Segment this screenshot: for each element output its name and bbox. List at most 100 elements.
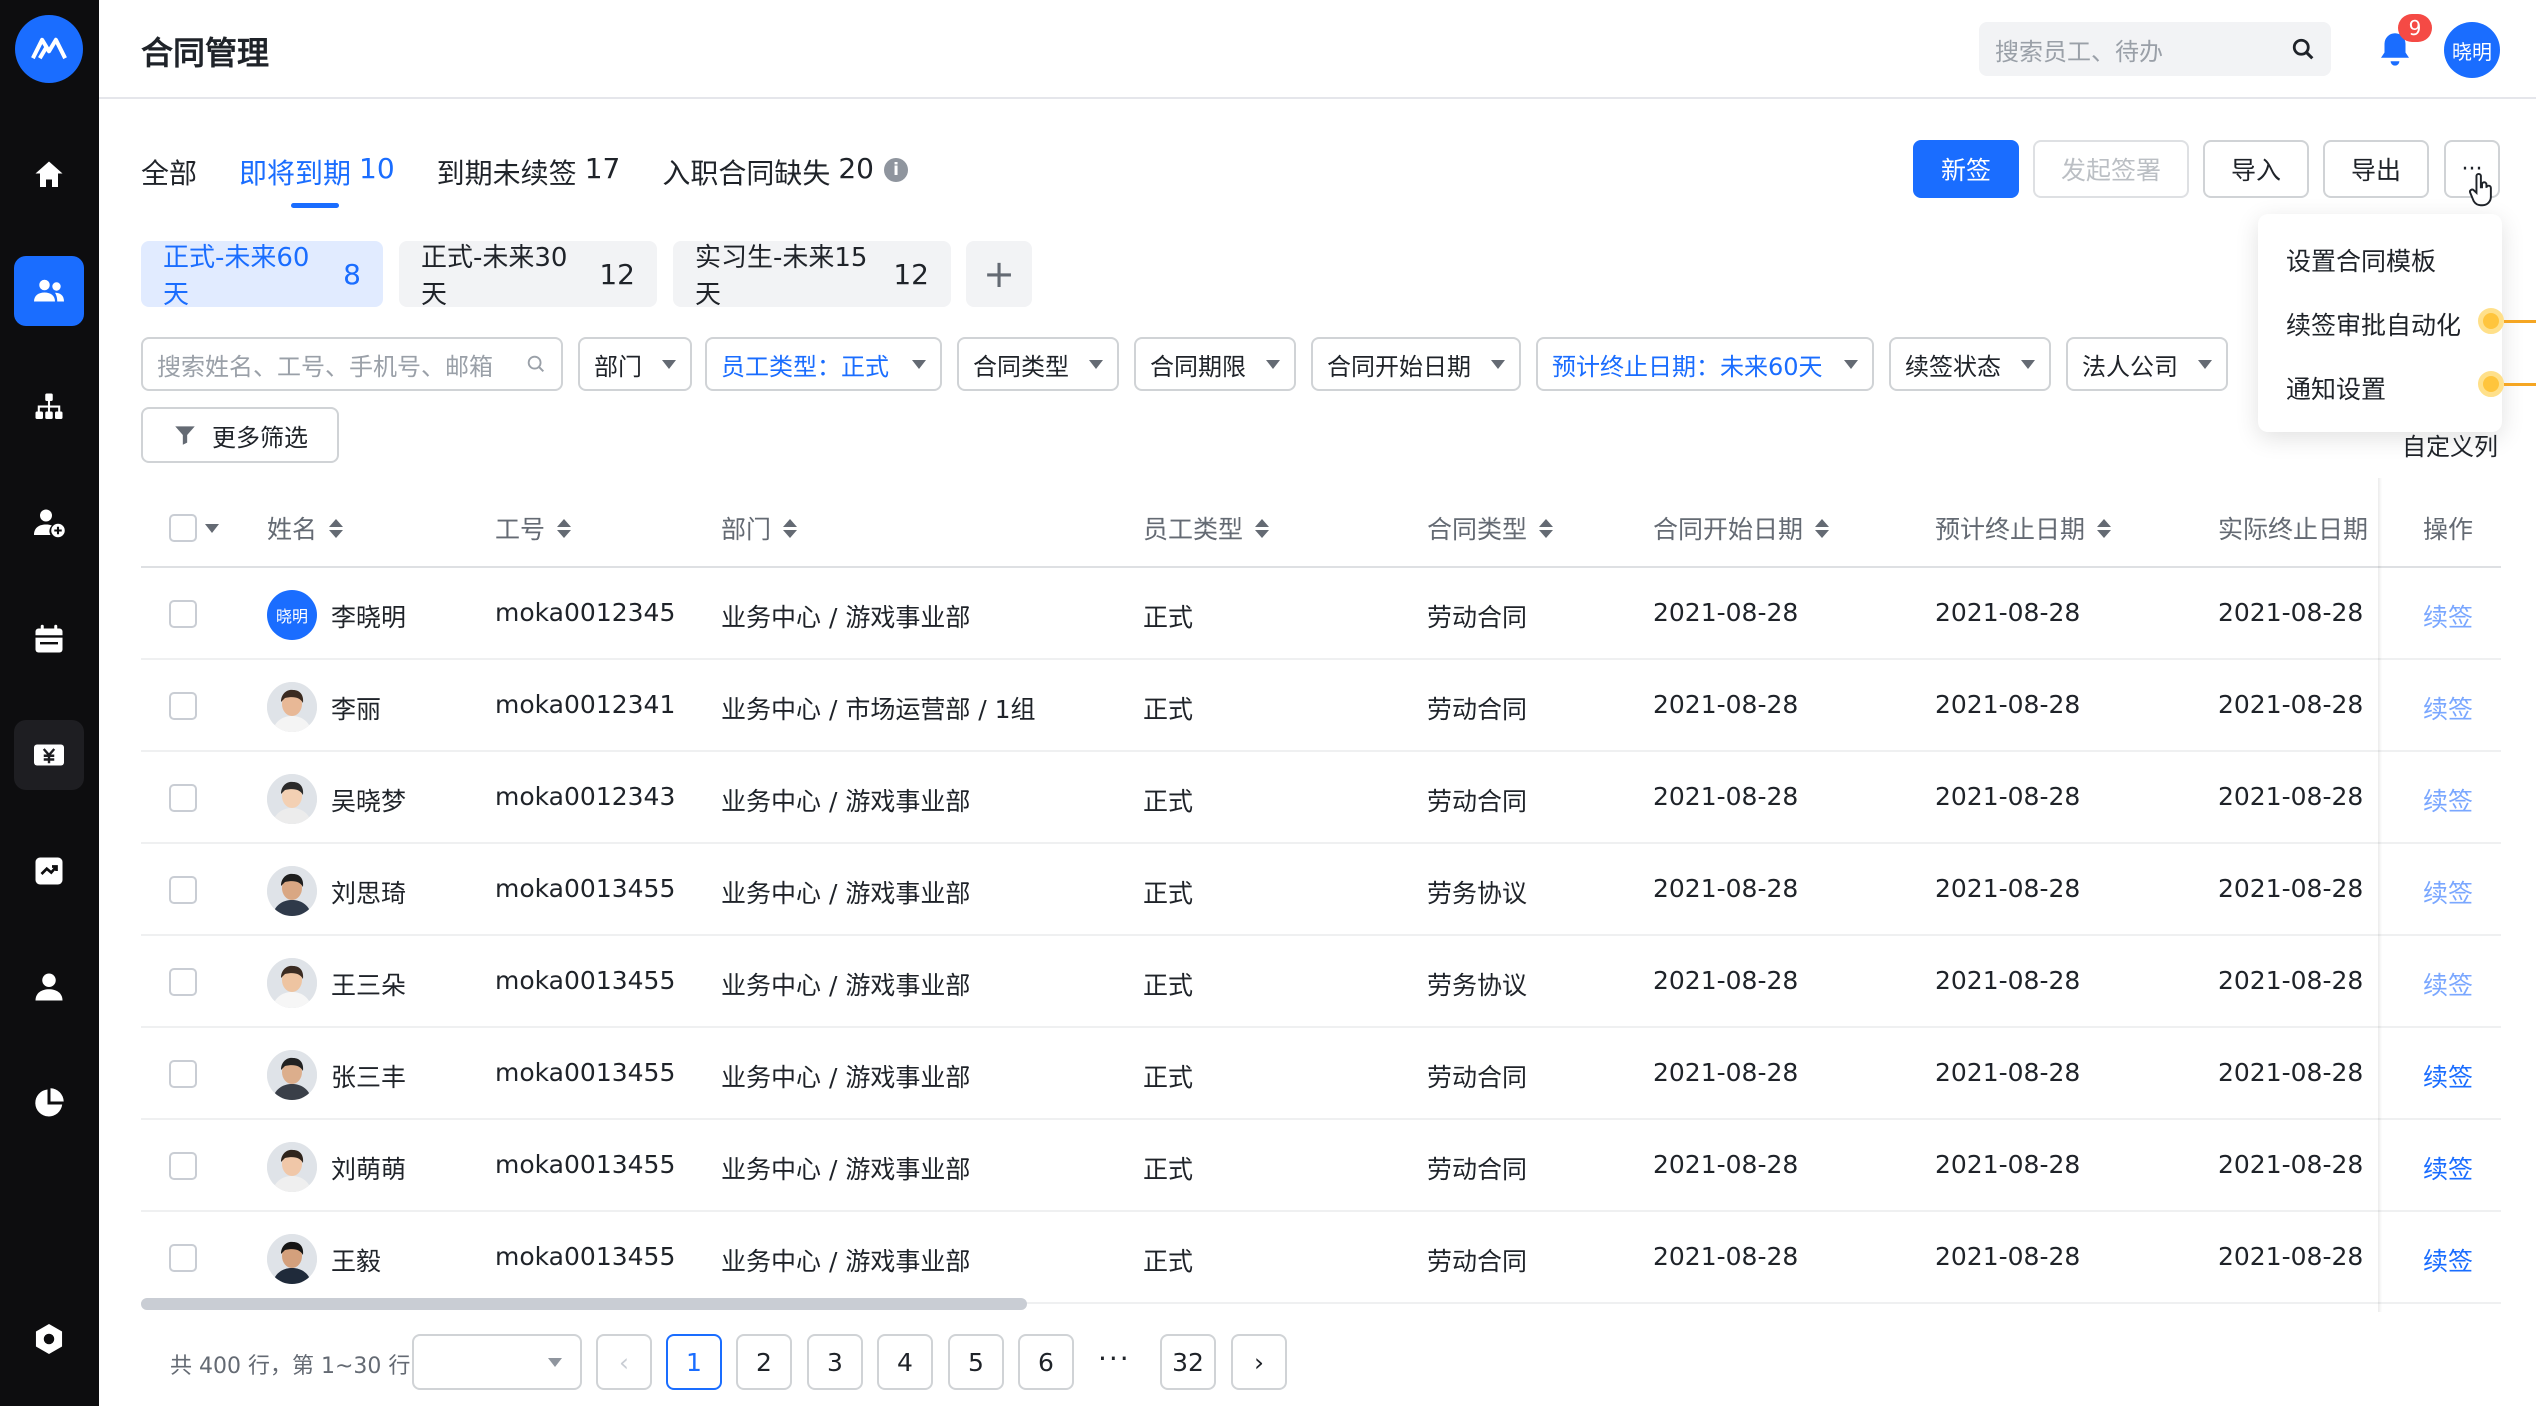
menu-item-notification-settings[interactable]: 通知设置 — [2258, 356, 2502, 420]
search-icon[interactable] — [2289, 35, 2317, 63]
nav-payroll[interactable] — [14, 720, 84, 790]
horizontal-scrollbar[interactable] — [141, 1298, 1027, 1310]
nav-reports[interactable] — [14, 836, 84, 906]
col-header-start-date[interactable]: 合同开始日期 — [1653, 510, 1830, 546]
row-checkbox[interactable] — [169, 968, 197, 996]
cell-name[interactable]: 李丽 — [331, 690, 381, 726]
employee-search-input[interactable]: 搜索姓名、工号、手机号、邮箱 — [141, 337, 563, 391]
renew-action-link[interactable]: 续签 — [2423, 1150, 2473, 1186]
renew-status-select[interactable]: 续签状态 — [1889, 337, 2051, 391]
renew-action-link[interactable]: 续签 — [2423, 782, 2473, 818]
row-checkbox[interactable] — [169, 1060, 197, 1088]
table-row[interactable]: 吴晓梦 moka0012343 业务中心 / 游戏事业部 正式 劳动合同 202… — [141, 752, 2501, 844]
col-header-expected-end-date[interactable]: 预计终止日期 — [1935, 510, 2112, 546]
new-contract-button[interactable]: 新签 — [1913, 140, 2019, 198]
moka-logo[interactable] — [15, 15, 83, 83]
page-button-last[interactable]: 32 — [1160, 1334, 1216, 1390]
nav-organization[interactable] — [14, 372, 84, 442]
renew-action-link[interactable]: 续签 — [2423, 598, 2473, 634]
custom-columns-link[interactable]: 自定义列 — [2402, 427, 2498, 462]
renew-action-link[interactable]: 续签 — [2423, 1058, 2473, 1094]
table-row[interactable]: 刘萌萌 moka0013455 业务中心 / 游戏事业部 正式 劳动合同 202… — [141, 1120, 2501, 1212]
col-header-name[interactable]: 姓名 — [267, 510, 344, 546]
contract-type-select[interactable]: 合同类型 — [957, 337, 1119, 391]
page-button[interactable]: 6 — [1018, 1334, 1074, 1390]
col-header-department[interactable]: 部门 — [721, 510, 798, 546]
page-button[interactable]: 2 — [736, 1334, 792, 1390]
table-row[interactable]: 王毅 moka0013455 业务中心 / 游戏事业部 正式 劳动合同 2021… — [141, 1212, 2501, 1304]
sort-icon[interactable] — [1539, 518, 1554, 538]
nav-settings[interactable] — [14, 1304, 84, 1374]
cell-name[interactable]: 刘萌萌 — [331, 1150, 406, 1186]
table-row[interactable]: 王三朵 moka0013455 业务中心 / 游戏事业部 正式 劳务协议 202… — [141, 936, 2501, 1028]
export-button[interactable]: 导出 — [2323, 140, 2429, 198]
renew-action-link[interactable]: 续签 — [2423, 1242, 2473, 1278]
table-row[interactable]: 刘思琦 moka0013455 业务中心 / 游戏事业部 正式 劳务协议 202… — [141, 844, 2501, 936]
tab-expiring-soon[interactable]: 即将到期 10 — [239, 152, 395, 208]
sort-icon[interactable] — [783, 518, 798, 538]
page-button[interactable]: 1 — [666, 1334, 722, 1390]
nav-employees[interactable] — [14, 256, 84, 326]
quick-filter-regular-30d[interactable]: 正式-未来30天 12 — [399, 241, 657, 310]
col-header-id[interactable]: 工号 — [495, 510, 572, 546]
prev-page-button[interactable]: ‹ — [596, 1334, 652, 1390]
renew-action-link[interactable]: 续签 — [2423, 966, 2473, 1002]
quick-filter-intern-15d[interactable]: 实习生-未来15天 12 — [673, 241, 951, 310]
sort-icon[interactable] — [2097, 518, 2112, 538]
row-checkbox[interactable] — [169, 692, 197, 720]
tab-missing-onboarding-contract[interactable]: 入职合同缺失 20 i — [662, 152, 908, 208]
quick-filter-regular-60d[interactable]: 正式-未来60天 8 — [141, 241, 383, 310]
sort-icon[interactable] — [329, 518, 344, 538]
page-button[interactable]: 3 — [807, 1334, 863, 1390]
chevron-down-icon[interactable] — [205, 524, 219, 533]
row-checkbox[interactable] — [169, 876, 197, 904]
cell-name[interactable]: 张三丰 — [331, 1058, 406, 1094]
next-page-button[interactable]: › — [1231, 1334, 1287, 1390]
page-button[interactable]: 4 — [877, 1334, 933, 1390]
col-header-contract-type[interactable]: 合同类型 — [1427, 510, 1554, 546]
row-checkbox[interactable] — [169, 600, 197, 628]
nav-attendance[interactable] — [14, 604, 84, 674]
sort-icon[interactable] — [1815, 518, 1830, 538]
employee-type-select[interactable]: 员工类型：正式 — [705, 337, 942, 391]
start-date-select[interactable]: 合同开始日期 — [1311, 337, 1521, 391]
menu-item-renewal-automation[interactable]: 续签审批自动化 — [2258, 292, 2502, 356]
global-search-input[interactable]: 搜索员工、待办 — [1979, 22, 2331, 76]
nav-analytics[interactable] — [14, 1068, 84, 1138]
add-quick-filter-button[interactable]: + — [966, 241, 1032, 307]
page-button[interactable]: 5 — [948, 1334, 1004, 1390]
tab-all[interactable]: 全部 — [141, 152, 197, 208]
page-size-select[interactable] — [412, 1334, 582, 1390]
info-icon[interactable]: i — [883, 158, 908, 182]
department-select[interactable]: 部门 — [578, 337, 692, 391]
end-date-select[interactable]: 预计终止日期：未来60天 — [1536, 337, 1874, 391]
row-checkbox[interactable] — [169, 784, 197, 812]
nav-profile[interactable] — [14, 952, 84, 1022]
row-checkbox[interactable] — [169, 1244, 197, 1272]
cell-name[interactable]: 李晓明 — [331, 598, 406, 634]
initiate-signing-button[interactable]: 发起签署 — [2033, 140, 2189, 198]
sort-icon[interactable] — [1255, 518, 1270, 538]
row-checkbox[interactable] — [169, 1152, 197, 1180]
nav-home[interactable] — [14, 140, 84, 210]
select-all-checkbox[interactable] — [169, 514, 197, 542]
tab-expired-not-renewed[interactable]: 到期未续签 17 — [437, 152, 621, 208]
cell-name[interactable]: 王三朵 — [331, 966, 406, 1002]
nav-onboarding[interactable] — [14, 488, 84, 558]
renew-action-link[interactable]: 续签 — [2423, 874, 2473, 910]
table-row[interactable]: 李丽 moka0012341 业务中心 / 市场运营部 / 1组 正式 劳动合同… — [141, 660, 2501, 752]
table-row[interactable]: 晓明 李晓明 moka0012345 业务中心 / 游戏事业部 正式 劳动合同 … — [141, 568, 2501, 660]
menu-item-contract-template[interactable]: 设置合同模板 — [2258, 228, 2502, 292]
import-button[interactable]: 导入 — [2203, 140, 2309, 198]
cell-name[interactable]: 吴晓梦 — [331, 782, 406, 818]
renew-action-link[interactable]: 续签 — [2423, 690, 2473, 726]
user-avatar[interactable]: 晓明 — [2444, 22, 2500, 78]
col-header-employee-type[interactable]: 员工类型 — [1143, 510, 1270, 546]
more-filters-button[interactable]: 更多筛选 — [141, 407, 339, 463]
cell-name[interactable]: 刘思琦 — [331, 874, 406, 910]
pagination-ellipsis[interactable]: ··· — [1098, 1342, 1131, 1375]
table-row[interactable]: 张三丰 moka0013455 业务中心 / 游戏事业部 正式 劳动合同 202… — [141, 1028, 2501, 1120]
cell-name[interactable]: 王毅 — [331, 1242, 381, 1278]
contract-period-select[interactable]: 合同期限 — [1134, 337, 1296, 391]
sort-icon[interactable] — [557, 518, 572, 538]
